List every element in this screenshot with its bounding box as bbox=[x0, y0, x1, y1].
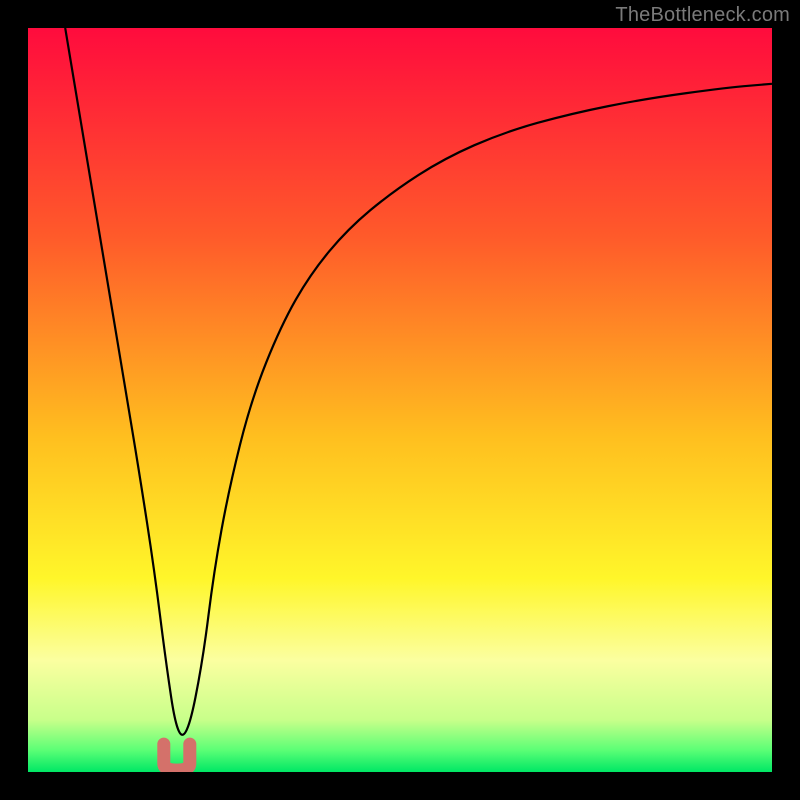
bottleneck-chart bbox=[28, 28, 772, 772]
watermark-text: TheBottleneck.com bbox=[615, 4, 790, 27]
chart-frame bbox=[28, 28, 772, 772]
gradient-background bbox=[28, 28, 772, 772]
